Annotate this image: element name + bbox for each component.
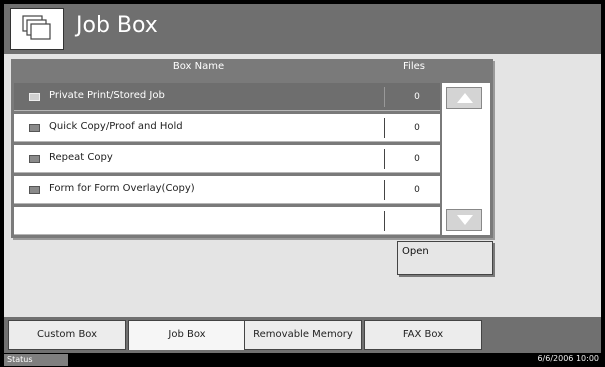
scroll-down-button[interactable]: [446, 209, 482, 231]
column-divider: [384, 149, 385, 169]
box-row-form-overlay[interactable]: Form for Form Overlay(Copy) 0: [14, 176, 440, 204]
open-button-label: Open: [402, 246, 429, 257]
header-bar: Job Box: [4, 4, 601, 54]
file-count: 0: [414, 92, 420, 102]
status-button[interactable]: Status: [4, 354, 68, 366]
main-panel: Job Box Box Name Files Private Print/Sto…: [4, 4, 601, 353]
box-name: Private Print/Stored Job: [49, 90, 165, 101]
column-divider: [384, 211, 385, 231]
scroll-up-button[interactable]: [446, 87, 482, 109]
file-count: 0: [414, 123, 420, 133]
date-time: 6/6/2006 10:00: [537, 354, 599, 363]
folder-icon: [29, 155, 40, 163]
scrollbar: [442, 83, 490, 235]
status-bar: Status 6/6/2006 10:00: [0, 353, 605, 367]
open-button[interactable]: Open: [397, 241, 493, 275]
tab-removable-memory[interactable]: Removable Memory: [244, 320, 362, 350]
box-row-private-print[interactable]: Private Print/Stored Job 0: [14, 83, 440, 111]
job-box-icon: [10, 8, 64, 50]
column-header-files: Files: [403, 61, 425, 72]
box-row-empty: [14, 207, 440, 235]
folder-icon: [29, 186, 40, 194]
column-header-box-name: Box Name: [172, 61, 225, 72]
box-name: Quick Copy/Proof and Hold: [49, 121, 183, 132]
arrow-down-icon: [457, 215, 473, 225]
tab-job-box[interactable]: Job Box: [128, 320, 246, 350]
box-list: Box Name Files Private Print/Stored Job …: [11, 59, 493, 238]
folder-icon: [29, 93, 40, 101]
page-title: Job Box: [76, 13, 158, 38]
tab-fax-box[interactable]: FAX Box: [364, 320, 482, 350]
box-row-quick-copy[interactable]: Quick Copy/Proof and Hold 0: [14, 114, 440, 142]
column-divider: [384, 180, 385, 200]
box-name: Repeat Copy: [49, 152, 113, 163]
file-count: 0: [414, 154, 420, 164]
box-name: Form for Form Overlay(Copy): [49, 183, 195, 194]
tab-bar: Custom Box Job Box Removable Memory FAX …: [4, 317, 601, 353]
arrow-up-icon: [457, 93, 473, 103]
box-row-repeat-copy[interactable]: Repeat Copy 0: [14, 145, 440, 173]
column-divider: [384, 118, 385, 138]
column-divider: [384, 87, 385, 107]
tab-custom-box[interactable]: Custom Box: [8, 320, 126, 350]
screen: Job Box Box Name Files Private Print/Sto…: [0, 0, 605, 367]
folder-icon: [29, 124, 40, 132]
file-count: 0: [414, 185, 420, 195]
